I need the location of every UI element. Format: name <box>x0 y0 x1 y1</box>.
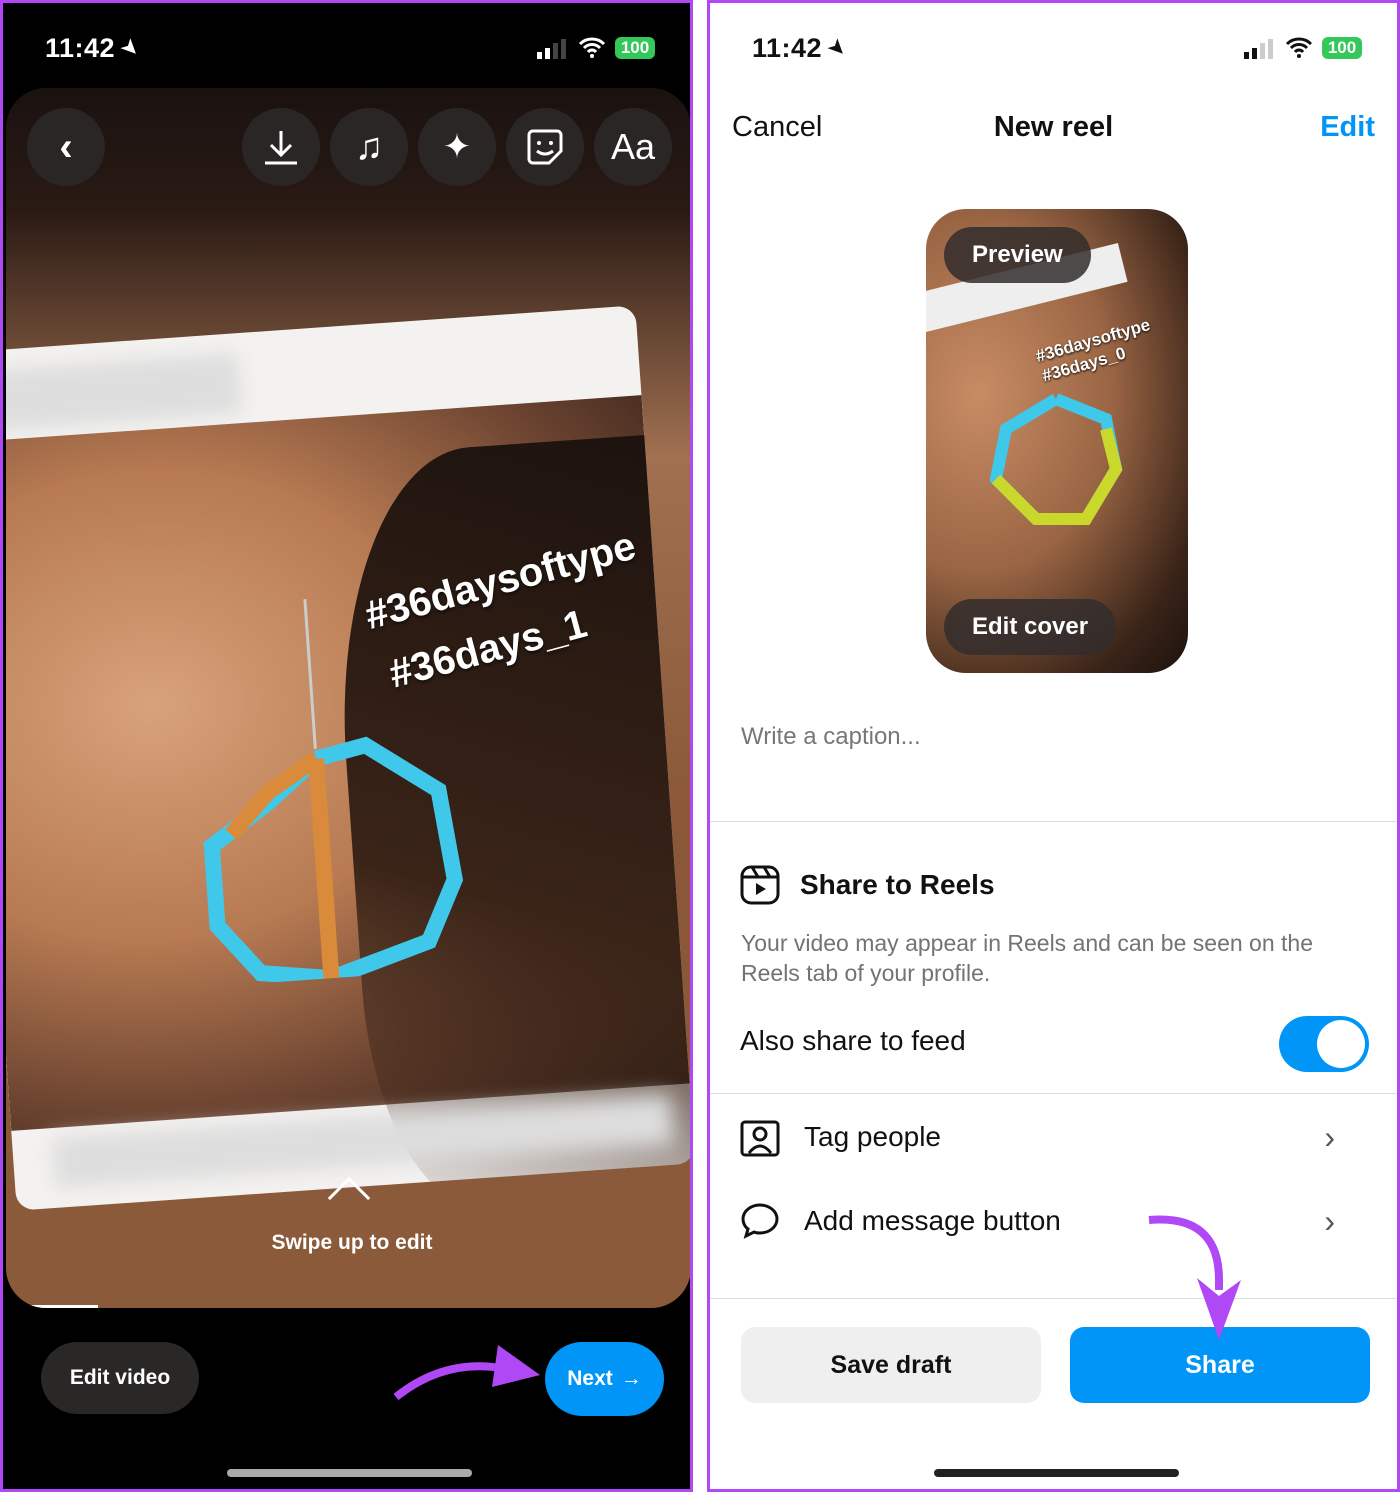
share-to-reels-title: Share to Reels <box>800 869 995 900</box>
earring-photo: #36daysoftype #36days_1 <box>6 395 690 1211</box>
battery-indicator: 100 <box>615 37 655 59</box>
post-screenshot-card: #36daysoftype #36days_1 <box>6 305 690 1211</box>
divider <box>710 1093 1397 1094</box>
home-indicator <box>227 1469 472 1477</box>
wifi-icon <box>578 37 606 58</box>
chevron-right-icon: › <box>1324 1202 1335 1239</box>
sticker-button[interactable] <box>506 108 584 186</box>
location-icon: ➤ <box>822 32 853 64</box>
share-to-reels-description: Your video may appear in Reels and can b… <box>741 930 1313 986</box>
annotation-arrow-icon <box>1148 1215 1241 1340</box>
download-button[interactable] <box>242 108 320 186</box>
annotation-arrow-icon <box>393 1345 540 1401</box>
music-button[interactable]: ♫ <box>330 108 408 186</box>
chevron-right-icon: › <box>1324 1118 1335 1155</box>
battery-indicator: 100 <box>1322 37 1362 59</box>
swipe-up-hint[interactable]: Swipe up to edit <box>6 1231 690 1255</box>
earring-illustration <box>989 393 1123 525</box>
status-bar: 11:42 ➤ 100 <box>710 32 1397 67</box>
text-aa-icon: Aa <box>610 126 656 167</box>
caption-input[interactable]: Write a caption... <box>741 723 921 751</box>
page-title: New reel <box>993 111 1114 143</box>
effects-button[interactable]: ✦ <box>418 108 496 186</box>
next-label: Next <box>567 1367 613 1390</box>
sticker-icon <box>527 129 563 165</box>
back-chevron-icon: ‹ <box>59 124 73 169</box>
chat-bubble-icon <box>741 1203 779 1239</box>
location-icon: ➤ <box>115 32 146 64</box>
share-to-reels-heading: Share to Reels <box>740 865 1367 905</box>
add-message-button-row[interactable]: Add message button › <box>740 1199 1367 1243</box>
progress-bar <box>6 1305 98 1308</box>
music-note-icon: ♫ <box>354 125 384 168</box>
add-message-button-label: Add message button <box>804 1205 1061 1236</box>
tag-person-icon <box>740 1120 780 1157</box>
also-share-to-feed-toggle[interactable] <box>1279 1016 1369 1072</box>
tag-people-label: Tag people <box>804 1121 942 1152</box>
edit-video-button[interactable]: Edit video <box>41 1342 199 1414</box>
next-button[interactable]: Next → <box>545 1342 664 1416</box>
also-share-to-feed-label: Also share to feed <box>740 1025 966 1056</box>
signal-icon <box>1244 39 1273 59</box>
story-editor-screen: 11:42 ➤ 100 #36daysoftype #36days_1 Swip… <box>0 0 693 1492</box>
video-preview[interactable]: #36daysoftype #36days_1 Swipe up to edit <box>6 88 690 1308</box>
blurred-username <box>6 353 242 432</box>
divider <box>710 1298 1397 1299</box>
reel-cover-thumbnail[interactable]: #36daysoftype #36days_0 Preview Edit cov… <box>926 209 1188 673</box>
divider <box>710 821 1397 822</box>
save-draft-button[interactable]: Save draft <box>741 1327 1041 1403</box>
wifi-icon <box>1285 37 1313 58</box>
download-icon <box>265 131 297 165</box>
status-time: 11:42 <box>752 33 823 63</box>
new-reel-screen: 11:42 ➤ 100 Cancel New reel Edit #36days… <box>707 0 1400 1492</box>
also-share-to-feed-row: Also share to feed <box>740 1025 1367 1057</box>
sparkles-icon: ✦ <box>442 128 472 166</box>
text-button[interactable]: Aa <box>594 108 672 186</box>
reels-icon <box>740 865 780 905</box>
status-time: 11:42 <box>45 33 116 63</box>
tag-people-row[interactable]: Tag people › <box>740 1115 1367 1159</box>
signal-icon <box>537 39 566 59</box>
preview-button[interactable]: Preview <box>944 227 1091 283</box>
edit-cover-button[interactable]: Edit cover <box>944 599 1117 655</box>
arrow-right-icon: → <box>620 1367 642 1390</box>
status-bar: 11:42 ➤ 100 <box>3 32 690 67</box>
home-indicator <box>934 1469 1179 1477</box>
back-button[interactable]: ‹ <box>27 108 105 186</box>
edit-button[interactable]: Edit <box>1320 111 1375 144</box>
